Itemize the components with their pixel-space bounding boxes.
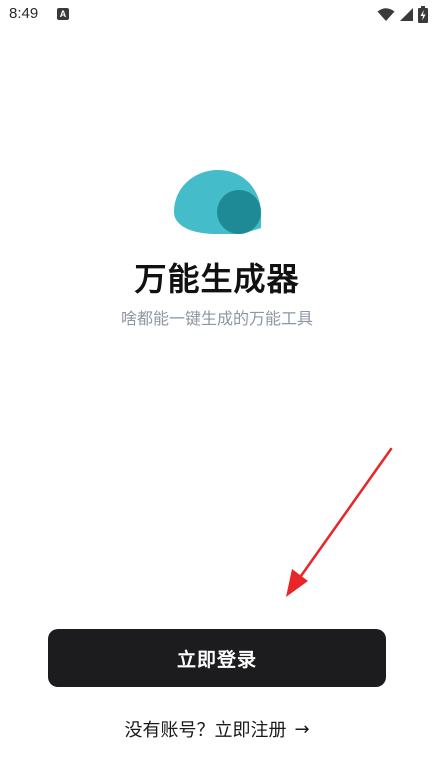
signal-icon (400, 8, 413, 21)
notification-app-icon: A (57, 8, 69, 20)
status-bar: 8:49 A (0, 0, 434, 30)
status-time: 8:49 (9, 5, 39, 22)
app-subtitle: 啥都能一键生成的万能工具 (120, 309, 313, 328)
battery-charging-icon (418, 6, 428, 23)
register-link[interactable]: 没有账号？立即注册 → (124, 716, 309, 742)
app-title: 万能生成器 (134, 260, 300, 298)
annotation-arrow-icon (286, 447, 393, 597)
register-prompt: 没有账号？立即注册 (124, 720, 287, 741)
arrow-right-icon: → (294, 718, 310, 740)
login-button-label: 立即登录 (176, 648, 257, 671)
app-logo-icon (174, 170, 261, 234)
wifi-icon (377, 7, 395, 21)
login-button[interactable]: 立即登录 (48, 629, 386, 687)
status-icons (377, 6, 428, 23)
register-row: 没有账号？立即注册 → (0, 716, 434, 742)
